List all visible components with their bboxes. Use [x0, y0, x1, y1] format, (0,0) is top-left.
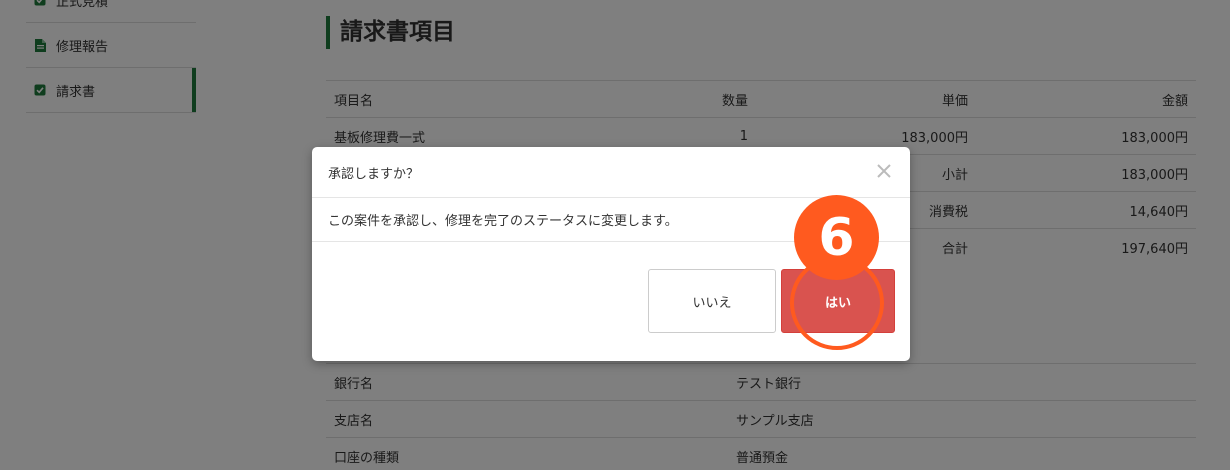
dialog-message: この案件を承認し、修理を完了のステータスに変更します。 — [328, 214, 678, 229]
close-icon[interactable] — [874, 160, 894, 182]
dialog-title: 承認しますか？ — [328, 166, 420, 182]
dialog-header: 承認しますか？ — [312, 147, 910, 198]
no-button[interactable]: いいえ — [648, 269, 776, 333]
step-number-badge: 6 — [794, 195, 879, 280]
